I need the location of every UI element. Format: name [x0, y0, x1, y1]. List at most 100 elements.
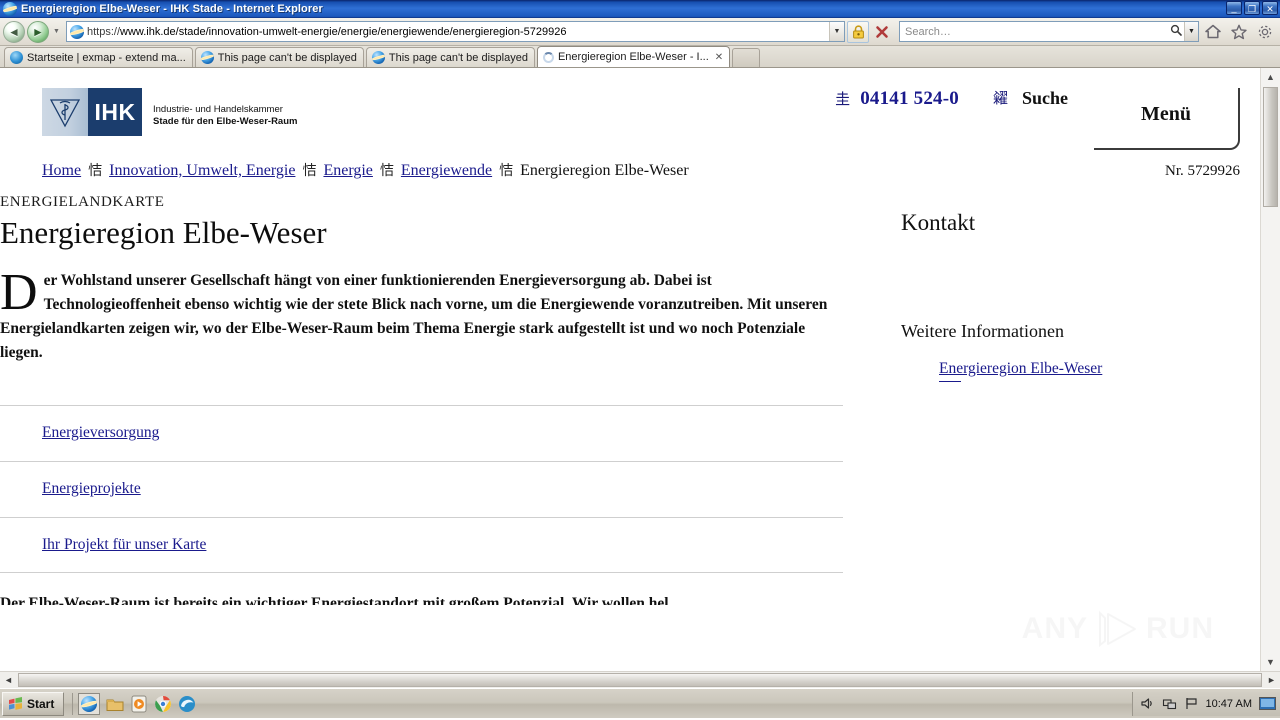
taskbar-internet-explorer-icon[interactable]: [78, 692, 101, 715]
address-input[interactable]: https://www.ihk.de/stade/innovation-umwe…: [87, 26, 829, 38]
search-box[interactable]: Search… ▼: [899, 21, 1199, 42]
breadcrumb-item-energie[interactable]: Energie: [323, 162, 372, 180]
chevron-down-icon: ▼: [1188, 28, 1195, 35]
show-desktop-icon[interactable]: [1259, 696, 1276, 711]
lock-icon: [852, 24, 864, 38]
watermark-text-run: RUN: [1146, 612, 1214, 645]
breadcrumb-item-innovation[interactable]: Innovation, Umwelt, Energie: [109, 162, 295, 180]
tray-clock[interactable]: 10:47 AM: [1206, 698, 1252, 710]
flag-icon[interactable]: [1184, 696, 1199, 711]
page-content: IHK Industrie- und Handelskammer Stade f…: [0, 68, 1260, 671]
exmap-globe-icon: [10, 51, 23, 64]
browser-tab-3[interactable]: This page can't be displayed: [365, 47, 535, 67]
tab-label: Energieregion Elbe-Weser - I...: [557, 51, 709, 63]
search-input[interactable]: Search…: [900, 26, 1167, 38]
scroll-right-button[interactable]: ►: [1263, 673, 1280, 688]
accordion-item[interactable]: Ihr Projekt für unser Karte: [0, 516, 843, 573]
settings-button[interactable]: [1253, 20, 1277, 44]
breadcrumb-item-energiewende[interactable]: Energiewende: [401, 162, 492, 180]
scroll-left-button[interactable]: ◄: [0, 673, 17, 688]
network-icon[interactable]: [1162, 696, 1177, 711]
ihk-wordmark: IHK: [88, 88, 142, 136]
header-search-button[interactable]: 糴 Suche: [993, 88, 1068, 109]
sidebar-link-energieregion[interactable]: Energieregion Elbe-Weser: [939, 360, 1102, 377]
browser-tab-2[interactable]: This page can't be displayed: [194, 47, 364, 67]
start-button-label: Start: [27, 696, 55, 711]
accordion-list: Energieversorgung Energieprojekte Ihr Pr…: [0, 404, 843, 573]
taskbar-media-player-icon[interactable]: [130, 695, 148, 713]
scroll-down-button[interactable]: ▼: [1262, 653, 1280, 671]
page-title: Energieregion Elbe-Weser: [0, 215, 327, 250]
search-dropdown-button[interactable]: ▼: [1184, 22, 1198, 41]
history-dropdown-button[interactable]: ▼: [51, 21, 62, 43]
accordion-item[interactable]: Energieversorgung: [0, 404, 843, 461]
horizontal-scrollbar[interactable]: ◄ ►: [0, 671, 1280, 688]
taskbar-folder-explorer-icon[interactable]: [106, 695, 124, 713]
page-favicon-icon: [70, 24, 84, 39]
address-bar[interactable]: https://www.ihk.de/stade/innovation-umwe…: [66, 21, 845, 42]
tab-close-button[interactable]: ✕: [715, 52, 723, 63]
page-viewport: IHK Industrie- und Handelskammer Stade f…: [0, 68, 1280, 671]
edge-icon: [179, 695, 196, 712]
restore-label: ❐: [1247, 4, 1257, 14]
sidebar-heading-weitere-informationen: Weitere Informationen: [901, 321, 1064, 341]
search-icon: [1167, 24, 1184, 39]
url-scheme: https://: [87, 25, 121, 38]
address-dropdown-button[interactable]: ▼: [829, 22, 844, 41]
tab-label: Startseite | exmap - extend ma...: [27, 51, 186, 64]
taskbar: Start 10:47 AM: [0, 688, 1280, 718]
close-label: ✕: [1266, 4, 1274, 14]
accordion-link-energieprojekte[interactable]: Energieprojekte: [42, 480, 141, 498]
vertical-scrollbar-thumb[interactable]: [1263, 87, 1278, 207]
menu-button[interactable]: Menü: [1094, 88, 1240, 150]
tab-label: This page can't be displayed: [388, 51, 528, 64]
header-phone-number: 04141 524-0: [860, 88, 959, 109]
home-button[interactable]: [1201, 20, 1225, 44]
browser-tab-1[interactable]: Startseite | exmap - extend ma...: [4, 47, 193, 67]
taskbar-edge-icon[interactable]: [178, 695, 196, 713]
accordion-link-energieversorgung[interactable]: Energieversorgung: [42, 424, 159, 442]
menu-button-label: Menü: [1141, 102, 1191, 125]
forward-button[interactable]: ►: [27, 20, 49, 43]
breadcrumb-separator-icon: 恄: [499, 163, 514, 179]
start-button[interactable]: Start: [2, 691, 65, 716]
ihk-emblem-icon: [42, 88, 88, 136]
close-button[interactable]: ✕: [1262, 1, 1278, 15]
minimize-button[interactable]: _: [1226, 1, 1242, 15]
accordion-link-ihr-projekt[interactable]: Ihr Projekt für unser Karte: [42, 536, 206, 554]
volume-icon[interactable]: [1140, 696, 1155, 711]
quicklaunch-bar: [72, 692, 196, 715]
window-titlebar: Energieregion Elbe-Weser - IHK Stade - I…: [0, 0, 1280, 18]
stop-button[interactable]: [871, 21, 893, 43]
breadcrumb-item-home[interactable]: Home: [42, 162, 81, 180]
browser-tab-4-active[interactable]: Energieregion Elbe-Weser - I... ✕: [536, 46, 731, 67]
sidebar-heading-kontakt: Kontakt: [901, 210, 976, 235]
back-button[interactable]: ◄: [3, 20, 25, 43]
header-phone-block[interactable]: 圭 04141 524-0: [835, 88, 959, 110]
favorites-button[interactable]: [1227, 20, 1251, 44]
new-tab-button[interactable]: [732, 48, 761, 67]
accordion-item[interactable]: Energieprojekte: [0, 460, 843, 517]
ie-icon: [371, 51, 385, 64]
ihk-logo[interactable]: IHK Industrie- und Handelskammer Stade f…: [42, 88, 297, 136]
media-player-icon: [131, 695, 147, 712]
internet-explorer-icon: [3, 2, 17, 16]
main-column: ENERGIELANDKARTE Energieregion Elbe-Wese…: [0, 194, 845, 605]
sidebar-link-list: Energieregion Elbe-Weser: [901, 360, 1240, 382]
chevron-down-icon: ▼: [833, 28, 841, 35]
restore-button[interactable]: ❐: [1244, 1, 1260, 15]
taskbar-chrome-icon[interactable]: [154, 695, 172, 713]
window-title: Energieregion Elbe-Weser - IHK Stade - I…: [21, 3, 323, 15]
horizontal-scrollbar-thumb[interactable]: [18, 673, 1262, 687]
forward-arrow-icon: ►: [32, 24, 44, 39]
star-icon: [1231, 24, 1247, 39]
security-lock-button[interactable]: [847, 20, 869, 43]
search-icon: 糴: [992, 89, 1008, 107]
system-tray: 10:47 AM: [1131, 691, 1280, 716]
breadcrumb-separator-icon: 恄: [302, 163, 317, 179]
scroll-up-button[interactable]: ▲: [1262, 68, 1280, 86]
intro-paragraph: Der Wohlstand unserer Gesellschaft hängt…: [0, 266, 830, 365]
breadcrumb-separator-icon: 恄: [379, 163, 394, 179]
sidebar-link-underline: [939, 381, 961, 382]
vertical-scrollbar[interactable]: ▲ ▼: [1260, 68, 1280, 671]
